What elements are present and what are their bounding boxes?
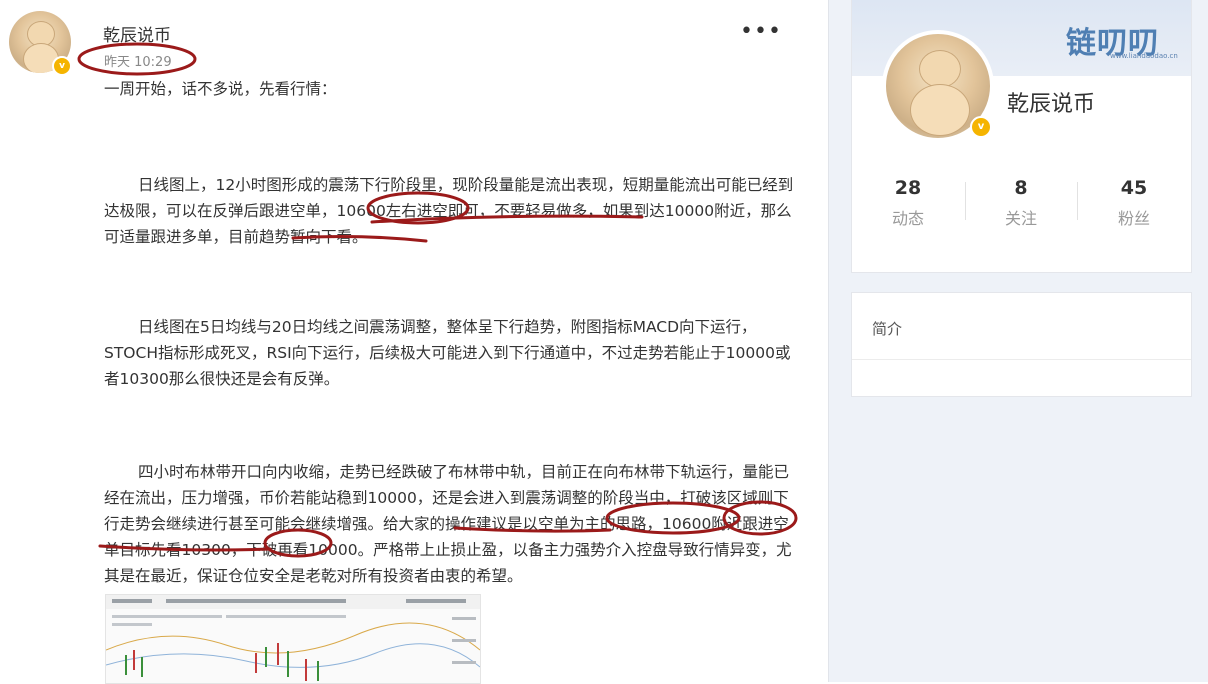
stat-label: 粉丝 (1117, 209, 1150, 228)
candlestick-chart-image[interactable] (105, 594, 481, 684)
watermark-url: www.liandaodao.cn (1110, 52, 1178, 60)
profile-card: 链叨叨 www.liandaodao.cn v 乾辰说币 28 动态 8 关注 … (851, 0, 1192, 273)
post-paragraph: 一周开始，话不多说，先看行情： (104, 80, 337, 98)
right-sidebar: 链叨叨 www.liandaodao.cn v 乾辰说币 28 动态 8 关注 … (828, 0, 1208, 682)
post-timestamp: 昨天 10:29 (104, 55, 172, 70)
stat-label: 关注 (1004, 209, 1037, 228)
post-paragraph: 四小时布林带开口向内收缩，走势已经跌破了布林带中轨，目前正在向布林带下轨运行，量… (104, 463, 792, 585)
divider (852, 359, 1191, 360)
stat-number: 45 (1120, 177, 1148, 199)
more-dots-icon[interactable]: ••• (740, 21, 782, 43)
verified-badge-icon: v (970, 116, 992, 138)
stat-posts[interactable]: 28 动态 (852, 176, 964, 232)
profile-name[interactable]: 乾辰说币 (1007, 86, 1095, 118)
post-author-name[interactable]: 乾辰说币 (103, 21, 171, 46)
stat-followers[interactable]: 45 粉丝 (1078, 176, 1190, 232)
post-paragraph: 日线图在5日均线与20日均线之间震荡调整，整体呈下行趋势，附图指标MACD向下运… (104, 318, 791, 388)
post-paragraph: 日线图上，12小时图形成的震荡下行阶段里，现阶段量能是流出表现，短期量能流出可能… (104, 176, 794, 246)
post-panel: v 乾辰说币 昨天 10:29 ••• 一周开始，话不多说，先看行情： 日线图上… (0, 0, 828, 684)
stat-following[interactable]: 8 关注 (965, 176, 1077, 232)
stat-number: 28 (894, 177, 922, 199)
intro-title: 简介 (872, 320, 903, 338)
verified-badge-icon: v (52, 56, 72, 76)
intro-card: 简介 (851, 292, 1192, 397)
stat-label: 动态 (891, 209, 924, 228)
stat-number: 8 (1014, 177, 1028, 199)
